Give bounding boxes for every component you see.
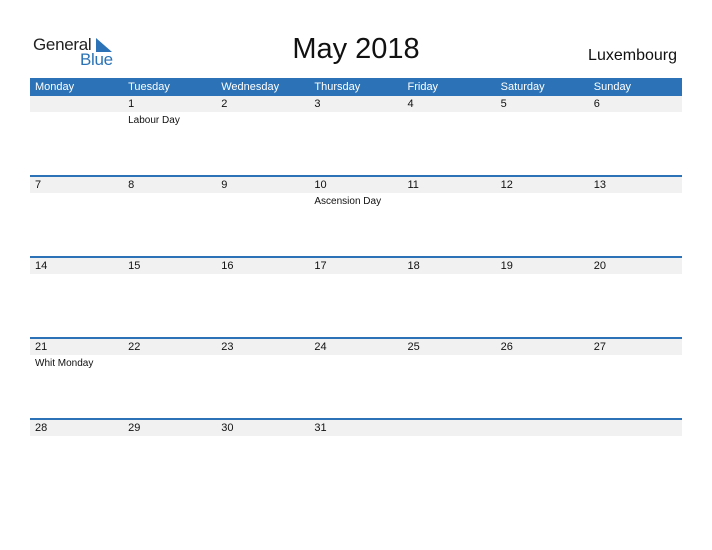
weekday-saturday: Saturday (500, 81, 545, 93)
day-number: 13 (593, 179, 606, 191)
day-number: 2 (221, 98, 228, 110)
day-number: 22 (128, 341, 141, 353)
weekday-wednesday: Wednesday (221, 81, 280, 93)
holiday-label: Ascension Day (314, 196, 382, 207)
day-number: 12 (500, 179, 513, 191)
day-number: 27 (593, 341, 606, 353)
day-number: 4 (407, 98, 414, 110)
day-cell: 13 (589, 177, 682, 258)
day-cell: 30 (216, 420, 309, 501)
day-number: 31 (314, 422, 327, 434)
day-cell: 15 (123, 258, 216, 339)
weekday-thursday: Thursday (314, 81, 361, 93)
week-row: 21 Whit Monday 22 23 24 25 26 27 (30, 337, 682, 420)
day-number: 3 (314, 98, 321, 110)
day-cell: 20 (589, 258, 682, 339)
day-cell: 2 (216, 96, 309, 177)
weekday-header: Monday Tuesday Wednesday Thursday Friday… (30, 78, 682, 96)
day-cell: 31 (309, 420, 402, 501)
day-number: 1 (128, 98, 135, 110)
day-cell: 11 (403, 177, 496, 258)
day-number: 23 (221, 341, 234, 353)
day-cell: 22 (123, 339, 216, 420)
day-cell: 28 (30, 420, 123, 501)
day-cell: 26 (496, 339, 589, 420)
day-number: 20 (593, 260, 606, 272)
day-cell (403, 420, 496, 501)
day-number: 25 (407, 341, 420, 353)
day-cell: 3 (309, 96, 402, 177)
day-cell: 19 (496, 258, 589, 339)
weekday-friday: Friday (407, 81, 439, 93)
day-cell: 17 (309, 258, 402, 339)
weekday-monday: Monday (35, 81, 75, 93)
day-number: 29 (128, 422, 141, 434)
day-cell: 27 (589, 339, 682, 420)
day-cell: 25 (403, 339, 496, 420)
day-number: 14 (35, 260, 48, 272)
day-number: 18 (407, 260, 420, 272)
day-cell: 21 Whit Monday (30, 339, 123, 420)
day-cell (30, 96, 123, 177)
day-cell: 29 (123, 420, 216, 501)
day-number: 10 (314, 179, 327, 191)
week-row: 7 8 9 10 Ascension Day 11 12 13 (30, 175, 682, 258)
day-number: 6 (593, 98, 600, 110)
weekday-sunday: Sunday (593, 81, 632, 93)
day-cell: 4 (403, 96, 496, 177)
day-cell: 24 (309, 339, 402, 420)
day-cell: 23 (216, 339, 309, 420)
week-row: 1 Labour Day 2 3 4 5 6 (30, 96, 682, 177)
day-cell: 10 Ascension Day (309, 177, 402, 258)
day-cell: 12 (496, 177, 589, 258)
day-number: 28 (35, 422, 48, 434)
holiday-label: Labour Day (128, 115, 180, 126)
day-number: 11 (407, 179, 419, 191)
day-cell: 9 (216, 177, 309, 258)
day-cell: 14 (30, 258, 123, 339)
holiday-label: Whit Monday (35, 358, 94, 369)
day-cell (589, 420, 682, 501)
day-number: 21 (35, 341, 48, 353)
day-cell: 6 (589, 96, 682, 177)
day-number: 9 (221, 179, 228, 191)
day-number: 8 (128, 179, 135, 191)
country-label: Luxembourg (588, 47, 677, 64)
day-number: 26 (500, 341, 513, 353)
weekday-tuesday: Tuesday (128, 81, 170, 93)
day-number: 7 (35, 179, 42, 191)
day-cell: 5 (496, 96, 589, 177)
day-cell: 1 Labour Day (123, 96, 216, 177)
day-cell (496, 420, 589, 501)
week-row: 28 29 30 31 (30, 418, 682, 501)
week-row: 14 15 16 17 18 19 20 (30, 256, 682, 339)
day-number: 17 (314, 260, 327, 272)
day-number: 5 (500, 98, 507, 110)
day-cell: 8 (123, 177, 216, 258)
day-number: 24 (314, 341, 327, 353)
day-cell: 16 (216, 258, 309, 339)
day-number: 30 (221, 422, 234, 434)
day-cell: 18 (403, 258, 496, 339)
day-number: 16 (221, 260, 234, 272)
day-number: 19 (500, 260, 513, 272)
day-cell: 7 (30, 177, 123, 258)
day-number: 15 (128, 260, 141, 272)
